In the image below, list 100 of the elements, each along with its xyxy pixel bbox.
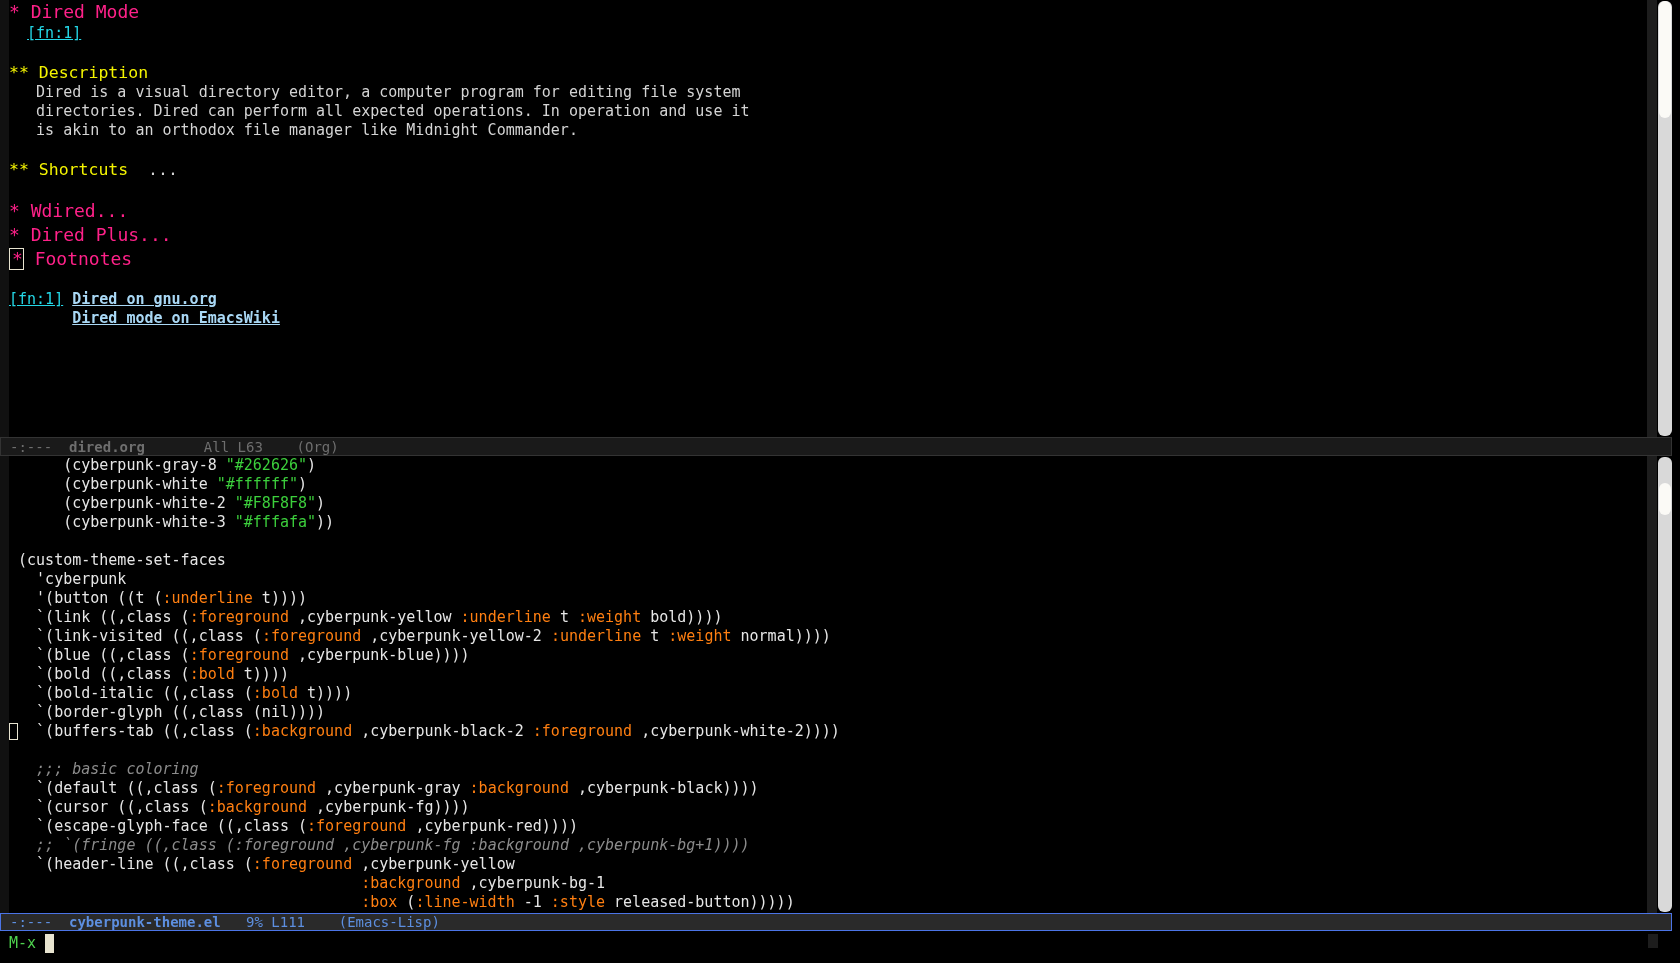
code-keyword: :foreground bbox=[189, 646, 289, 665]
code-comment: ;; `(fringe ((,class (:foreground ,cyberpunk-fg :background ,cyberpunk-bg+1)))) bbox=[35, 836, 750, 855]
scrollbar-thumb[interactable] bbox=[1659, 483, 1671, 515]
code-text: '(button ((t ( bbox=[35, 589, 163, 608]
code-text: `(header-line ((,class ( bbox=[35, 855, 253, 874]
code-string: "#fffafa" bbox=[234, 513, 317, 532]
code-text: ,cyberpunk-red)))) bbox=[414, 817, 578, 836]
code-text: (cyberpunk-white-3 bbox=[62, 513, 227, 532]
right-fringe bbox=[1648, 934, 1658, 948]
code-string: "#ffffff" bbox=[216, 475, 298, 494]
cursor bbox=[45, 934, 55, 953]
heading-stars: * bbox=[9, 199, 20, 223]
heading-stars: * bbox=[12, 248, 23, 269]
code-text: t bbox=[558, 608, 570, 627]
code-text: ) bbox=[316, 494, 326, 513]
footnote-link[interactable]: Dired mode on EmacsWiki bbox=[72, 309, 280, 327]
code-text: t)))) bbox=[260, 589, 308, 608]
folded-ellipsis[interactable]: ... bbox=[128, 159, 178, 180]
code-text: ,cyberpunk-gray bbox=[324, 779, 462, 798]
buffer-status: -:--- bbox=[10, 438, 54, 455]
code-text: `(bold ((,class ( bbox=[35, 665, 190, 684]
code-string: "#F8F8F8" bbox=[234, 494, 317, 513]
code-text: ,cyberpunk-bg-1 bbox=[468, 874, 606, 893]
buffer-position: All L63 bbox=[203, 438, 264, 455]
code-keyword: :foreground bbox=[532, 722, 633, 741]
code-keyword: :style bbox=[550, 893, 606, 912]
code-text: t bbox=[649, 627, 661, 646]
heading-title[interactable]: Description bbox=[28, 62, 149, 83]
code-keyword: :background bbox=[469, 779, 569, 798]
buffer-position: 9% L111 bbox=[246, 914, 306, 930]
code-text: ,cyberpunk-white-2)))) bbox=[640, 722, 840, 741]
code-keyword: :weight bbox=[577, 608, 642, 627]
code-text: ) bbox=[307, 456, 317, 475]
heading-stars: * bbox=[9, 223, 20, 247]
code-text: t)))) bbox=[242, 665, 289, 684]
heading-stars: * bbox=[9, 0, 20, 24]
code-text: ,cyberpunk-black)))) bbox=[576, 779, 759, 798]
scrollbar-track[interactable] bbox=[1658, 457, 1672, 912]
buffer-name: dired.org bbox=[69, 438, 146, 455]
code-keyword: :bold bbox=[252, 684, 298, 703]
code-text: `(buffers-tab ((,class ( bbox=[35, 722, 253, 741]
code-text: ,cyberpunk-fg)))) bbox=[315, 798, 470, 817]
code-keyword: :bold bbox=[189, 665, 235, 684]
heading-stars: ** bbox=[9, 159, 29, 180]
code-text: ,cyberpunk-yellow bbox=[297, 608, 453, 627]
code-text: normal)))) bbox=[739, 627, 831, 646]
code-keyword: :underline bbox=[460, 608, 551, 627]
heading-title[interactable]: Shortcuts bbox=[28, 159, 129, 180]
code-text: `(cursor ((,class ( bbox=[35, 798, 208, 817]
code-text: ,cyberpunk-yellow-2 bbox=[369, 627, 543, 646]
scrollbar-thumb[interactable] bbox=[1659, 1, 1671, 118]
code-keyword: :foreground bbox=[261, 627, 362, 646]
code-text: (cyberpunk-gray-8 bbox=[62, 456, 218, 475]
code-text: (cyberpunk-white-2 bbox=[62, 494, 227, 513]
footnote-reference-link[interactable]: [fn:1] bbox=[27, 24, 82, 43]
code-string: "#262626" bbox=[225, 456, 308, 475]
code-text: `(link-visited ((,class ( bbox=[35, 627, 262, 646]
code-text: ,cyberpunk-blue)))) bbox=[297, 646, 470, 665]
heading-title[interactable]: Dired Mode bbox=[19, 0, 140, 24]
code-text: t)))) bbox=[306, 684, 353, 703]
major-mode: (Org) bbox=[296, 438, 339, 455]
body-text: is akin to an orthodox file manager like Midnight Commander. bbox=[36, 121, 578, 140]
code-text: `(default ((,class ( bbox=[35, 779, 217, 798]
code-keyword: :background bbox=[252, 722, 353, 741]
code-text: `(link ((,class ( bbox=[35, 608, 190, 627]
code-keyword: :background bbox=[361, 874, 461, 893]
code-keyword: :foreground bbox=[307, 817, 407, 836]
footnote-label-link[interactable]: [fn:1] bbox=[9, 290, 64, 308]
body-text: Dired is a visual directory editor, a computer program for editing file system bbox=[36, 83, 741, 102]
major-mode: (Emacs-Lisp) bbox=[338, 914, 440, 930]
heading-title[interactable]: Wdired bbox=[19, 199, 96, 223]
buffer-name: cyberpunk-theme.el bbox=[69, 914, 221, 930]
code-text: ,cyberpunk-black-2 bbox=[360, 722, 525, 741]
code-keyword: :weight bbox=[668, 627, 732, 646]
heading-stars: ** bbox=[9, 62, 29, 83]
code-text: released-button))))) bbox=[613, 893, 795, 912]
code-keyword: :underline bbox=[550, 627, 642, 646]
code-keyword: :line-width bbox=[415, 893, 515, 912]
code-text: `(bold-italic ((,class ( bbox=[35, 684, 253, 703]
code-keyword: :foreground bbox=[252, 855, 353, 874]
code-keyword: :foreground bbox=[189, 608, 289, 627]
code-text: (cyberpunk-white bbox=[62, 475, 209, 494]
code-text: ) bbox=[298, 475, 308, 494]
folded-ellipsis[interactable]: ... bbox=[95, 199, 129, 223]
code-text: ,cyberpunk-yellow bbox=[360, 855, 515, 874]
folded-ellipsis[interactable]: ... bbox=[139, 223, 172, 247]
code-text: `(escape-glyph-face ((,class ( bbox=[35, 817, 307, 836]
heading-title[interactable]: Dired Plus bbox=[19, 223, 140, 247]
footnote-link[interactable]: Dired on gnu.org bbox=[72, 290, 217, 308]
code-text: `(border-glyph ((,class (nil)))) bbox=[35, 703, 326, 722]
body-text: directories. Dired can perform all expected operations. In operation and use it bbox=[36, 102, 750, 121]
code-text: `(blue ((,class ( bbox=[35, 646, 190, 665]
heading-title[interactable]: Footnotes bbox=[23, 247, 133, 271]
code-keyword: :foreground bbox=[216, 779, 317, 798]
code-text: ( bbox=[405, 893, 416, 912]
code-keyword: :box bbox=[361, 893, 398, 912]
buffer-status: -:--- bbox=[10, 914, 54, 930]
code-text: 'cyberpunk bbox=[35, 570, 127, 589]
code-keyword: :background bbox=[207, 798, 308, 817]
scrollbar-track[interactable] bbox=[1658, 1, 1672, 436]
